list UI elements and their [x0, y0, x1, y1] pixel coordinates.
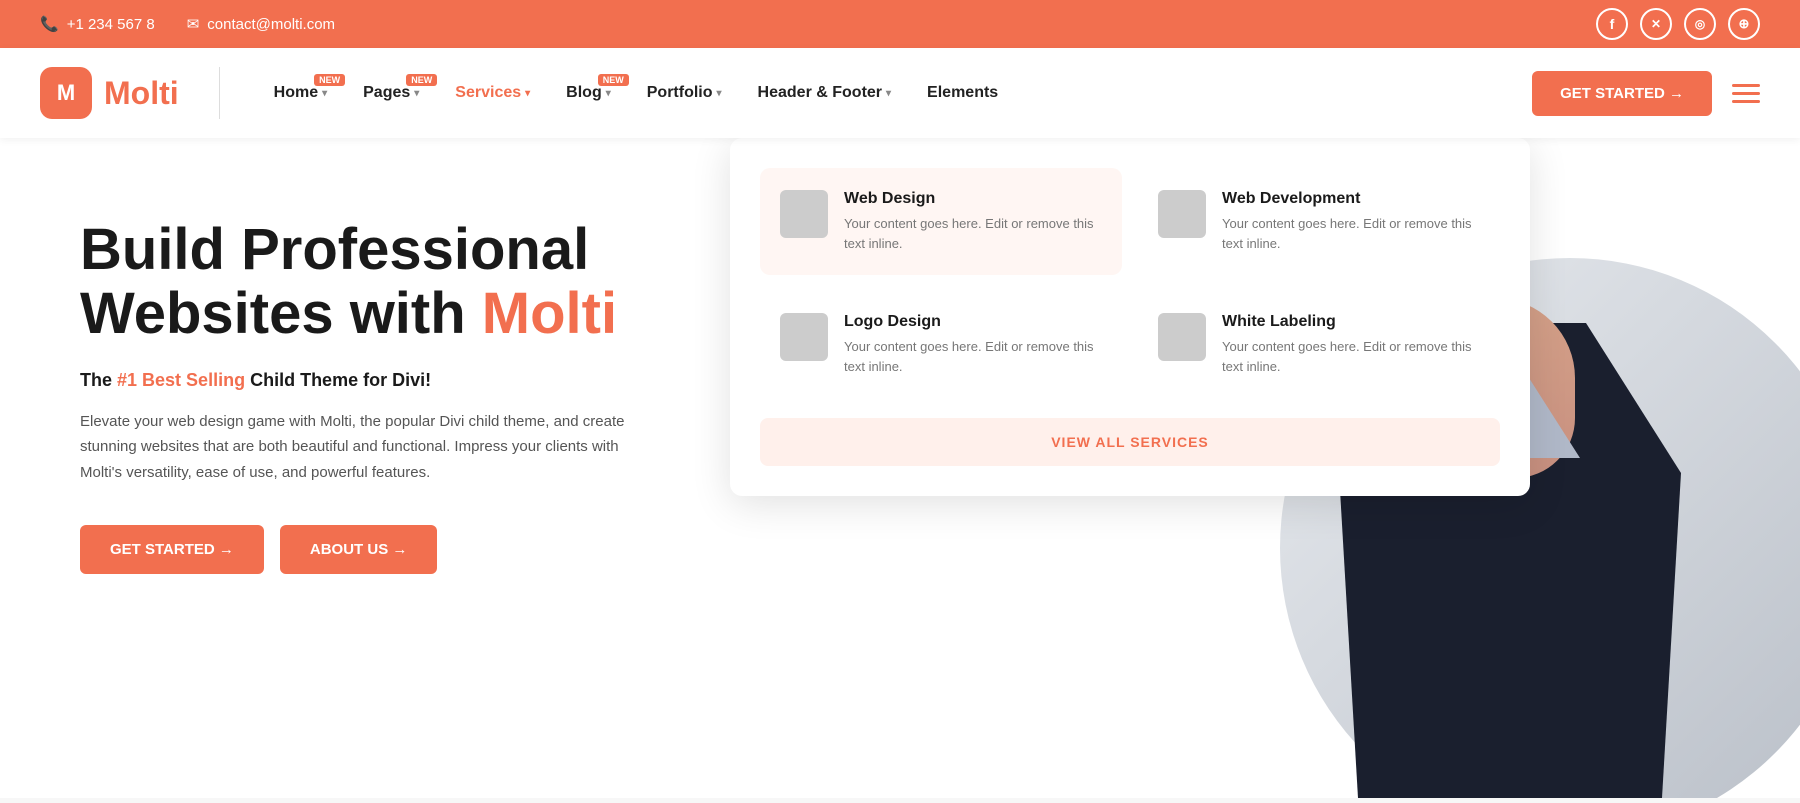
hamburger-line-2 [1732, 92, 1760, 95]
white-labeling-description: Your content goes here. Edit or remove t… [1222, 337, 1480, 376]
nav-portfolio-chevron: ▾ [717, 88, 722, 99]
hero-subtitle-suffix: Child Theme for Divi! [245, 370, 431, 390]
hero-title: Build Professional Websites with Molti [80, 218, 670, 346]
main-nav: Home NEW ▾ Pages NEW ▾ Services ▾ Blog N… [260, 76, 1532, 110]
hamburger-line-3 [1732, 100, 1760, 103]
email-icon: ✉ [187, 15, 200, 33]
nav-services-chevron: ▾ [525, 88, 530, 99]
phone-icon: 📞 [40, 15, 59, 33]
web-dev-info: Web Development Your content goes here. … [1222, 190, 1480, 253]
hamburger-line-1 [1732, 84, 1760, 87]
logo-design-description: Your content goes here. Edit or remove t… [844, 337, 1102, 376]
hero-title-highlight: Molti [482, 281, 617, 346]
nav-pages-chevron: ▾ [414, 88, 419, 99]
hero-section: Build Professional Websites with Molti T… [0, 138, 1800, 798]
about-us-label: ABOUT US → [310, 541, 408, 558]
dribbble-icon[interactable]: ⊕ [1728, 8, 1760, 40]
nav-blog-label: Blog [566, 84, 602, 102]
header: M Molti Home NEW ▾ Pages NEW ▾ Services … [0, 48, 1800, 138]
web-design-title: Web Design [844, 190, 1102, 208]
social-links: f ✕ ◎ ⊕ [1596, 8, 1760, 40]
phone-contact[interactable]: 📞 +1 234 567 8 [40, 15, 155, 33]
phone-number: +1 234 567 8 [67, 16, 155, 33]
get-started-label: GET STARTED → [110, 541, 234, 558]
top-bar-left: 📞 +1 234 567 8 ✉ contact@molti.com [40, 15, 335, 33]
service-card-logo[interactable]: Logo Design Your content goes here. Edit… [760, 291, 1122, 398]
logo-design-info: Logo Design Your content goes here. Edit… [844, 313, 1102, 376]
nav-elements-label: Elements [927, 84, 998, 102]
header-cta-label: GET STARTED → [1560, 85, 1684, 102]
nav-home-chevron: ▾ [322, 88, 327, 99]
email-address: contact@molti.com [207, 16, 335, 33]
service-card-web-design[interactable]: Web Design Your content goes here. Edit … [760, 168, 1122, 275]
top-bar: 📞 +1 234 567 8 ✉ contact@molti.com f ✕ ◎… [0, 0, 1800, 48]
service-card-web-dev[interactable]: Web Development Your content goes here. … [1138, 168, 1500, 275]
logo-design-icon [780, 313, 828, 361]
hero-title-line1: Build Professional [80, 217, 589, 282]
nav-services[interactable]: Services ▾ [441, 76, 544, 110]
hamburger-menu[interactable] [1732, 84, 1760, 103]
instagram-icon[interactable]: ◎ [1684, 8, 1716, 40]
nav-elements[interactable]: Elements [913, 76, 1012, 110]
nav-home-label: Home [274, 84, 318, 102]
nav-home-badge: NEW [314, 74, 345, 86]
white-labeling-icon [1158, 313, 1206, 361]
hero-buttons: GET STARTED → ABOUT US → [80, 525, 670, 574]
nav-pages-label: Pages [363, 84, 410, 102]
nav-blog-badge: NEW [598, 74, 629, 86]
hero-title-line2: Websites with [80, 281, 466, 346]
hero-content: Build Professional Websites with Molti T… [0, 138, 730, 798]
web-design-icon [780, 190, 828, 238]
services-grid: Web Design Your content goes here. Edit … [760, 168, 1500, 398]
nav-portfolio[interactable]: Portfolio ▾ [633, 76, 736, 110]
view-all-label: VIEW ALL SERVICES [1051, 434, 1209, 450]
hero-subtitle-highlight: #1 Best Selling [117, 370, 245, 390]
web-dev-icon [1158, 190, 1206, 238]
nav-portfolio-label: Portfolio [647, 84, 713, 102]
nav-services-label: Services [455, 84, 521, 102]
nav-header-footer[interactable]: Header & Footer ▾ [744, 76, 906, 110]
nav-blog-chevron: ▾ [606, 88, 611, 99]
nav-pages[interactable]: Pages NEW ▾ [349, 76, 433, 110]
nav-pages-badge: NEW [406, 74, 437, 86]
white-labeling-title: White Labeling [1222, 313, 1480, 331]
hero-description: Elevate your web design game with Molti,… [80, 409, 640, 486]
logo-text: Molti [104, 75, 179, 112]
header-cta-button[interactable]: GET STARTED → [1532, 71, 1712, 116]
hero-subtitle: The #1 Best Selling Child Theme for Divi… [80, 370, 670, 391]
logo-area[interactable]: M Molti [40, 67, 220, 119]
hero-subtitle-prefix: The [80, 370, 117, 390]
logo-icon: M [40, 67, 92, 119]
web-dev-description: Your content goes here. Edit or remove t… [1222, 214, 1480, 253]
services-dropdown: Web Design Your content goes here. Edit … [730, 138, 1530, 496]
web-design-info: Web Design Your content goes here. Edit … [844, 190, 1102, 253]
get-started-button[interactable]: GET STARTED → [80, 525, 264, 574]
logo-design-title: Logo Design [844, 313, 1102, 331]
view-all-services-button[interactable]: VIEW ALL SERVICES [760, 418, 1500, 466]
nav-home[interactable]: Home NEW ▾ [260, 76, 341, 110]
facebook-icon[interactable]: f [1596, 8, 1628, 40]
web-dev-title: Web Development [1222, 190, 1480, 208]
white-labeling-info: White Labeling Your content goes here. E… [1222, 313, 1480, 376]
nav-header-footer-chevron: ▾ [886, 88, 891, 99]
email-contact[interactable]: ✉ contact@molti.com [187, 15, 335, 33]
about-us-button[interactable]: ABOUT US → [280, 525, 438, 574]
nav-blog[interactable]: Blog NEW ▾ [552, 76, 625, 110]
twitter-x-icon[interactable]: ✕ [1640, 8, 1672, 40]
nav-header-footer-label: Header & Footer [758, 84, 882, 102]
web-design-description: Your content goes here. Edit or remove t… [844, 214, 1102, 253]
service-card-white-label[interactable]: White Labeling Your content goes here. E… [1138, 291, 1500, 398]
